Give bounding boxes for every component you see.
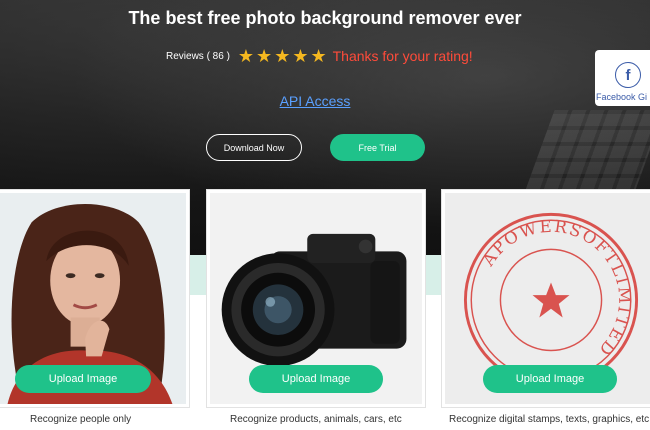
facebook-icon[interactable]: f <box>615 62 641 88</box>
download-now-button[interactable]: Download Now <box>206 134 302 161</box>
people-card: Upload Image <box>0 190 189 407</box>
reviews-count: Reviews ( 86 ) <box>166 50 230 62</box>
stamps-caption: Recognize digital stamps, texts, graphic… <box>449 414 650 425</box>
api-access-link[interactable]: API Access <box>0 93 630 109</box>
upload-image-button[interactable]: Upload Image <box>483 365 617 393</box>
star-icon[interactable]: ★ <box>274 47 290 65</box>
upload-image-button[interactable]: Upload Image <box>249 365 383 393</box>
star-icon[interactable]: ★ <box>256 47 272 65</box>
products-card: Upload Image <box>207 190 425 407</box>
facebook-widget[interactable]: f Facebook Gi <box>595 50 650 106</box>
star-icon[interactable]: ★ <box>310 47 326 65</box>
upload-image-button[interactable]: Upload Image <box>15 365 151 393</box>
facebook-label[interactable]: Facebook Gi <box>596 92 647 102</box>
products-caption: Recognize products, animals, cars, etc <box>230 414 402 425</box>
star-icon[interactable]: ★ <box>238 47 254 65</box>
rating-thanks: Thanks for your rating! <box>332 48 473 64</box>
stamps-card: APOWERSOFTLIMITED Upload Image <box>442 190 650 407</box>
rating-stars[interactable]: ★ ★ ★ ★ ★ <box>238 47 327 65</box>
keyboard-decoration <box>525 110 650 190</box>
free-trial-button[interactable]: Free Trial <box>330 134 425 161</box>
page-title: The best free photo background remover e… <box>128 8 522 28</box>
star-icon[interactable]: ★ <box>292 47 308 65</box>
people-caption: Recognize people only <box>30 414 132 425</box>
rating-row: Reviews ( 86 ) ★ ★ ★ ★ ★ Thanks for your… <box>166 46 473 66</box>
